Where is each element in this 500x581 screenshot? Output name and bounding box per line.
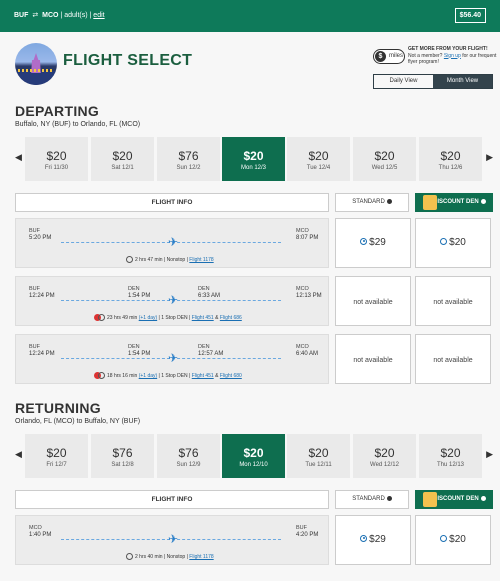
discount-den-fare-unavailable: not available (415, 276, 491, 326)
date-cell[interactable]: $20 Thu 12/6 (419, 137, 482, 181)
flight-number-link[interactable]: Flight 686 (220, 315, 242, 321)
discount-den-logo-icon (423, 492, 437, 507)
clock-icon (126, 256, 133, 263)
date-cell[interactable]: $76 Sat 12/8 (91, 434, 154, 478)
daily-view-button[interactable]: Daily View (374, 75, 433, 88)
date-cell[interactable]: $20 Wed 12/5 (353, 137, 416, 181)
miles-badge: $ miles (373, 49, 405, 64)
info-icon[interactable] (480, 198, 486, 204)
flight-row: BUF 12:24 PM DEN 1:54 PM ✈ DEN 6:33 AM M… (15, 276, 329, 326)
swap-icon: ⇄ (32, 12, 39, 19)
date-cell[interactable]: $20 Tue 12/11 (287, 434, 350, 478)
discount-den-fare-unavailable: not available (415, 334, 491, 384)
standard-header: STANDARD (335, 490, 409, 509)
date-cell[interactable]: $76 Sun 12/2 (157, 137, 220, 181)
edit-search-link[interactable]: edit (93, 12, 104, 19)
standard-fare-option[interactable]: $29 (335, 218, 411, 268)
arr-time: 8:07 PM (296, 235, 319, 241)
trip-total[interactable]: $56.40 (454, 8, 486, 23)
info-icon[interactable] (386, 198, 392, 204)
date-cell[interactable]: $20 Fri 12/7 (25, 434, 88, 478)
date-cell[interactable]: $20 Sat 12/1 (91, 137, 154, 181)
discount-den-fare-option[interactable]: $20 (415, 515, 491, 565)
prev-week-icon[interactable]: ◀ (15, 152, 22, 163)
clock-icon (98, 372, 105, 379)
flight-number-link[interactable]: Flight 451 (192, 373, 214, 379)
flight-info-header: FLIGHT INFO (15, 193, 329, 212)
standard-fare-unavailable: not available (335, 276, 411, 326)
dep-time: 5:20 PM (29, 235, 52, 241)
departing-subtitle: Buffalo, NY (BUF) to Orlando, FL (MCO) (15, 121, 141, 128)
water-shape (15, 71, 57, 85)
info-icon[interactable] (480, 495, 486, 501)
route-summary: BUF ⇄ MCO | adult(s) | edit (14, 11, 105, 19)
radio-icon[interactable] (440, 534, 448, 542)
month-view-button[interactable]: Month View (433, 75, 492, 88)
date-cell[interactable]: $20 Fri 11/30 (25, 137, 88, 181)
standard-fare-unavailable: not available (335, 334, 411, 384)
discount-den-fare-option[interactable]: $20 (415, 218, 491, 268)
view-toggle: Daily View Month View (373, 74, 493, 89)
flight-number-link[interactable]: Flight 451 (192, 315, 214, 321)
flight-meta: 2 hrs 47 min | Nonstop | Flight 1178 (126, 256, 214, 263)
info-icon[interactable] (386, 495, 392, 501)
discount-den-header: DISCOUNT DEN (415, 193, 493, 212)
flight-row: BUF 5:20 PM ✈ MCO 8:07 PM 2 hrs 47 min |… (15, 218, 329, 268)
discount-den-logo-icon (423, 195, 437, 210)
miles-label: miles (389, 53, 404, 59)
flight-row: BUF 12:24 PM DEN 1:54 PM ✈ DEN 12:57 AM … (15, 334, 329, 384)
orlando-photo (15, 43, 57, 85)
prev-week-icon[interactable]: ◀ (15, 449, 22, 460)
dollar-icon: $ (375, 51, 386, 62)
date-cell[interactable]: $76 Sun 12/9 (157, 434, 220, 478)
lights-shape (18, 69, 54, 72)
origin-code: BUF (14, 12, 29, 19)
returning-subtitle: Orlando, FL (MCO) to Buffalo, NY (BUF) (15, 418, 141, 425)
sign-up-link[interactable]: Sign up (444, 53, 461, 59)
clock-icon (98, 314, 105, 321)
returning-title: RETURNING (15, 400, 101, 416)
discount-den-header: DISCOUNT DEN (415, 490, 493, 509)
plane-icon: ✈ (168, 351, 179, 365)
flight-meta: 2 hrs 40 min | Nonstop | Flight 1178 (126, 553, 214, 560)
flight-number-link[interactable]: Flight 1178 (189, 257, 213, 263)
promo-text: GET MORE FROM YOUR FLIGHT! Not a member?… (408, 46, 498, 66)
clock-icon (126, 553, 133, 560)
dep-airport: BUF (29, 228, 40, 234)
page-title: FLIGHT SELECT (63, 52, 193, 69)
departing-date-strip: ◀ $20 Fri 11/30 $20 Sat 12/1 $76 Sun 12/2 $… (15, 137, 493, 181)
top-bar: BUF ⇄ MCO | adult(s) | edit $56.40 (0, 0, 500, 32)
date-cell-selected[interactable]: $20 Mon 12/10 (222, 434, 285, 478)
plane-icon: ✈ (168, 235, 179, 249)
flight-number-link[interactable]: Flight 1178 (189, 554, 213, 560)
returning-date-strip: ◀ $20 Fri 12/7 $76 Sat 12/8 $76 Sun 12/9 $2… (15, 434, 493, 478)
arr-airport: MCO (296, 228, 309, 234)
travelers-summary: | adult(s) | (60, 12, 92, 19)
destination-code: MCO (42, 12, 59, 19)
plane-icon: ✈ (168, 293, 179, 307)
standard-header: STANDARD (335, 193, 409, 212)
radio-icon[interactable] (440, 237, 448, 245)
date-cell[interactable]: $20 Tue 12/4 (287, 137, 350, 181)
date-cell[interactable]: $20 Wed 12/12 (353, 434, 416, 478)
flight-number-link[interactable]: Flight 680 (220, 373, 242, 379)
departing-title: DEPARTING (15, 103, 100, 119)
date-cell-selected[interactable]: $20 Mon 12/3 (222, 137, 285, 181)
flight-meta: 23 hrs 49 min (+1 day) | 1 Stop DEN | Fl… (94, 314, 242, 321)
next-week-icon[interactable]: ▶ (486, 152, 493, 163)
standard-fare-option[interactable]: $29 (335, 515, 411, 565)
plane-icon: ✈ (168, 532, 179, 546)
radio-selected-icon[interactable] (360, 237, 368, 245)
flight-meta: 18 hrs 16 min (+1 day) | 1 Stop DEN | Fl… (94, 372, 242, 379)
promo-text-1: Not a member? (408, 52, 444, 59)
flight-row: MCO 1:40 PM ✈ BUF 4:20 PM 2 hrs 40 min |… (15, 515, 329, 565)
flight-info-header: FLIGHT INFO (15, 490, 329, 509)
radio-selected-icon[interactable] (360, 534, 368, 542)
date-cell[interactable]: $20 Thu 12/13 (419, 434, 482, 478)
next-week-icon[interactable]: ▶ (486, 449, 493, 460)
